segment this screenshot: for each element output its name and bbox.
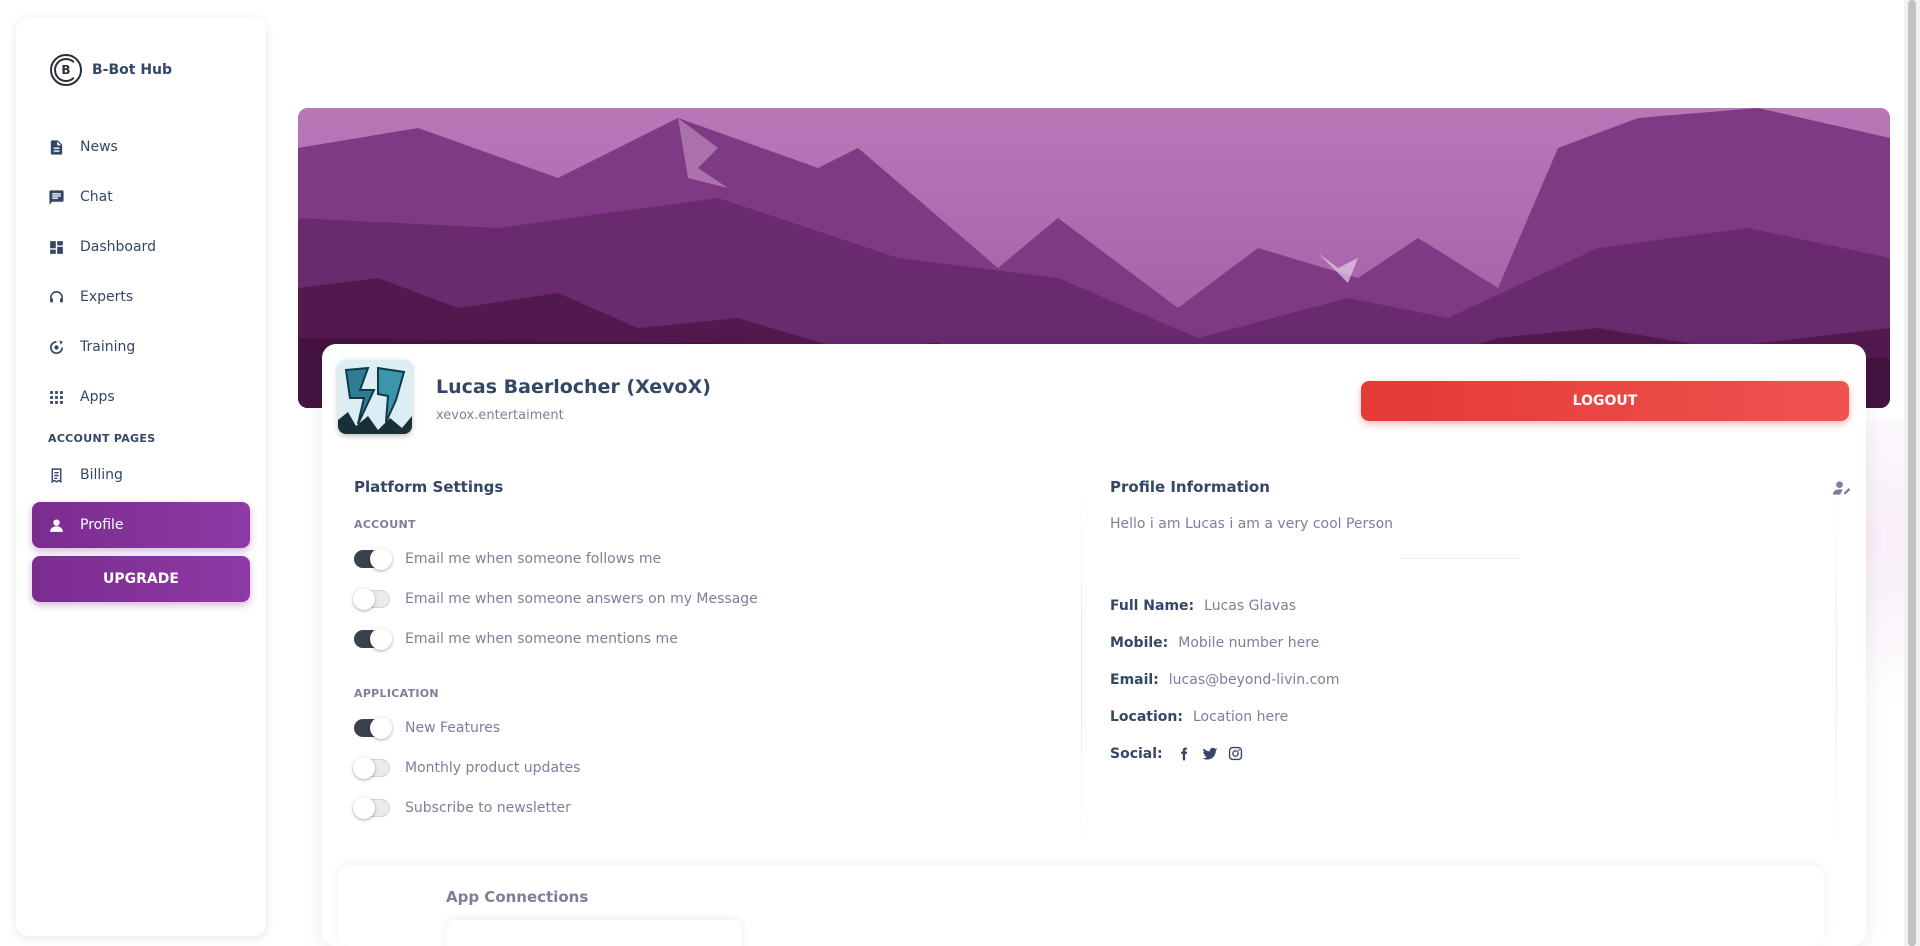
toggle-label: Email me when someone mentions me xyxy=(405,631,678,647)
profile-information: Profile Information Hello i am Lucas i a… xyxy=(1110,478,1830,772)
avatar[interactable] xyxy=(338,360,412,434)
sidebar-item-apps[interactable]: Apps xyxy=(32,374,250,420)
training-icon xyxy=(48,339,65,356)
setting-row: Monthly product updates xyxy=(353,748,1054,788)
setting-row: Email me when someone answers on my Mess… xyxy=(353,579,1054,619)
profile-name: Lucas Baerlocher (XevoX) xyxy=(436,376,711,398)
edit-profile-icon[interactable] xyxy=(1832,478,1852,498)
brand-name: B-Bot Hub xyxy=(92,62,173,78)
info-key: Mobile: xyxy=(1110,634,1169,651)
profile-information-title: Profile Information xyxy=(1110,478,1270,496)
setting-row: Email me when someone mentions me xyxy=(354,619,1054,659)
info-key: Location: xyxy=(1110,708,1183,725)
sidebar-item-label: Dashboard xyxy=(80,239,156,255)
dashboard-icon xyxy=(48,239,65,256)
sidebar-item-chat[interactable]: Chat xyxy=(32,174,250,220)
info-value: Location here xyxy=(1192,708,1289,725)
info-key: Email: xyxy=(1110,671,1159,688)
sidebar-item-label: News xyxy=(80,139,118,155)
toggle-label: New Features xyxy=(405,720,501,736)
sidebar-item-label: Profile xyxy=(80,517,124,533)
twitter-icon[interactable] xyxy=(1199,743,1221,765)
sidebar-item-label: Apps xyxy=(80,389,115,405)
sidebar: B B-Bot Hub News Chat Dashboard Experts … xyxy=(16,18,266,936)
profile-card: Lucas Baerlocher (XevoX) xevox.entertaim… xyxy=(322,344,1866,946)
info-row-location: Location: Location here xyxy=(1110,698,1830,735)
scrollbar-thumb[interactable] xyxy=(1908,0,1916,946)
platform-settings-title: Platform Settings xyxy=(354,478,504,496)
section-divider xyxy=(1836,478,1837,858)
sidebar-item-news[interactable]: News xyxy=(32,124,250,170)
instagram-icon[interactable] xyxy=(1225,743,1247,765)
page-scrollbar[interactable] xyxy=(1904,0,1920,946)
sidebar-item-label: Chat xyxy=(80,189,113,205)
toggle-label: Monthly product updates xyxy=(405,760,581,776)
sidebar-item-experts[interactable]: Experts xyxy=(32,274,250,320)
info-value: Mobile number here xyxy=(1178,634,1320,651)
sidebar-item-dashboard[interactable]: Dashboard xyxy=(32,224,250,270)
person-icon xyxy=(48,517,65,534)
headset-icon xyxy=(48,289,65,306)
setting-row: New Features xyxy=(354,708,1054,748)
sidebar-item-training[interactable]: Training xyxy=(32,324,250,370)
toggle-newsletter[interactable] xyxy=(353,797,390,819)
toggle-label: Email me when someone follows me xyxy=(405,551,662,567)
info-row-mobile: Mobile: Mobile number here xyxy=(1110,624,1830,661)
sidebar-item-label: Billing xyxy=(80,467,123,483)
info-key: Full Name: xyxy=(1110,597,1195,614)
toggle-new-features[interactable] xyxy=(354,717,392,739)
apps-grid-icon xyxy=(48,389,65,406)
app-connections-title: App Connections xyxy=(446,888,589,906)
brand[interactable]: B B-Bot Hub xyxy=(50,54,172,86)
toggle-label: Email me when someone answers on my Mess… xyxy=(405,591,758,607)
chat-icon xyxy=(48,189,65,206)
setting-row: Subscribe to newsletter xyxy=(353,788,1054,828)
upgrade-button[interactable]: UPGRADE xyxy=(32,556,250,602)
toggle-monthly-updates[interactable] xyxy=(353,757,390,779)
info-key: Social: xyxy=(1110,745,1163,762)
info-divider xyxy=(1400,558,1520,559)
account-pages-heading: ACCOUNT PAGES xyxy=(48,431,156,445)
profile-handle: xevox.entertaiment xyxy=(436,408,564,423)
setting-row: Email me when someone follows me xyxy=(354,539,1054,579)
toggle-answers[interactable] xyxy=(353,588,390,610)
info-row-email: Email: lucas@beyond-livin.com xyxy=(1110,661,1830,698)
toggle-follows[interactable] xyxy=(354,548,392,570)
toggle-label: Subscribe to newsletter xyxy=(405,800,571,816)
section-divider xyxy=(1081,478,1082,858)
receipt-icon xyxy=(48,467,65,484)
news-icon xyxy=(48,139,65,156)
info-value: lucas@beyond-livin.com xyxy=(1168,671,1340,688)
app-connections-card: App Connections xyxy=(338,866,1824,946)
profile-bio: Hello i am Lucas i am a very cool Person xyxy=(1110,516,1394,532)
sidebar-item-label: Training xyxy=(80,339,136,355)
account-settings-label: ACCOUNT xyxy=(354,518,416,531)
logout-button[interactable]: LOGOUT xyxy=(1361,381,1849,421)
facebook-icon[interactable] xyxy=(1173,743,1195,765)
sidebar-nav: News Chat Dashboard Experts Training App… xyxy=(32,124,250,602)
info-value: Lucas Glavas xyxy=(1204,597,1297,614)
app-connection-item[interactable] xyxy=(446,920,742,946)
sidebar-item-profile[interactable]: Profile xyxy=(32,502,250,548)
toggle-mentions[interactable] xyxy=(354,628,392,650)
platform-settings: Platform Settings ACCOUNT Email me when … xyxy=(353,478,1054,828)
sidebar-item-label: Experts xyxy=(80,289,134,305)
info-row-full-name: Full Name: Lucas Glavas xyxy=(1110,587,1830,624)
b-bot-logo-icon: B xyxy=(50,54,82,86)
application-settings-label: APPLICATION xyxy=(354,687,439,700)
info-row-social: Social: xyxy=(1110,735,1830,772)
sidebar-item-billing[interactable]: Billing xyxy=(32,452,250,498)
